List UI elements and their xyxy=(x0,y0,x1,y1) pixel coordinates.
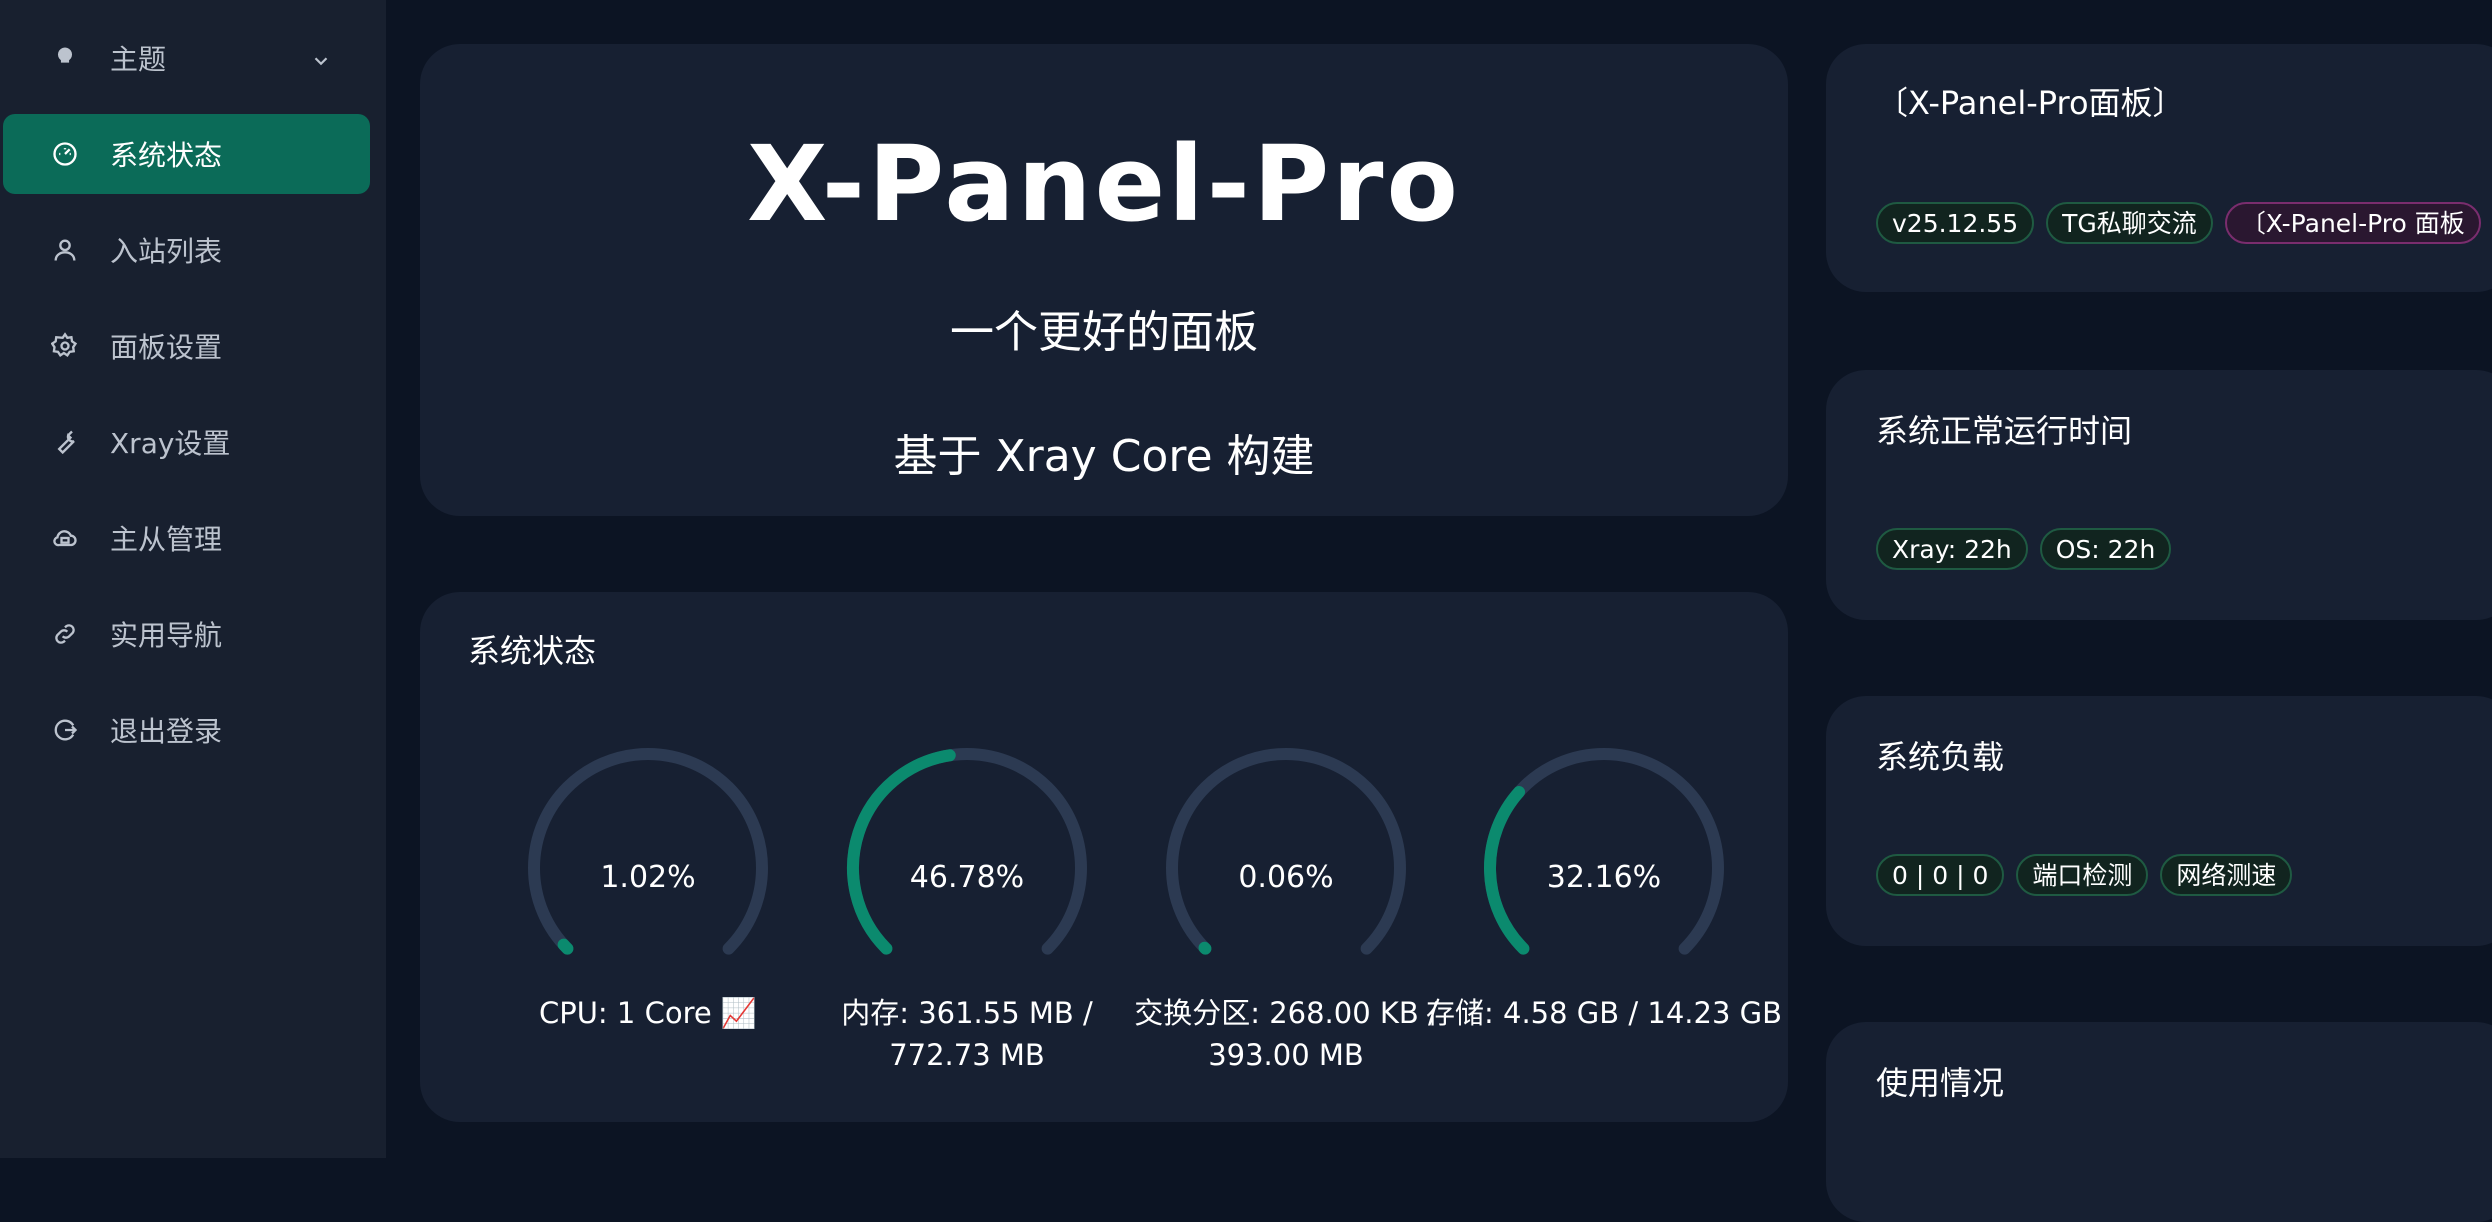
panel-info-tags: v25.12.55 TG私聊交流 〔X-Panel-Pro 面板 xyxy=(1876,202,2492,244)
uptime-title: 系统正常运行时间 xyxy=(1876,412,2133,450)
gauge-fill xyxy=(847,749,956,955)
chevron-down-icon[interactable] xyxy=(310,46,332,68)
link-icon xyxy=(50,619,80,649)
sidebar-item-panel-settings[interactable]: 面板设置 xyxy=(3,306,370,386)
hero-subtitle: 一个更好的面板 xyxy=(950,307,1258,358)
sidebar-item-label: 面板设置 xyxy=(110,331,223,364)
hero-card: X-Panel-Pro 一个更好的面板 基于 Xray Core 构建 xyxy=(420,44,1788,516)
memory-gauge-label: 内存: 361.55 MB / 772.73 MB xyxy=(841,996,1093,1072)
load-card: 系统负载 0 | 0 | 0 端口检测 网络测速 xyxy=(1826,696,2492,946)
gauge-fill xyxy=(1198,941,1212,955)
sidebar: 主题 系统状态 入站列表 面板设置 Xray设置 主从管理 实用导航 退出登录 xyxy=(0,0,386,1158)
usage-card: 使用情况 xyxy=(1826,1022,2492,1222)
hero-title: X-Panel-Pro xyxy=(747,123,1461,245)
load-title: 系统负载 xyxy=(1876,738,2005,776)
sidebar-item-label: 主题 xyxy=(110,43,167,76)
gauge-fill xyxy=(557,938,574,955)
cpu-gauge-label: CPU: 1 Core 📈 xyxy=(538,996,758,1030)
sidebar-item-label: 主从管理 xyxy=(110,523,223,556)
wrench-icon xyxy=(50,427,80,457)
os-uptime-tag: OS: 22h xyxy=(2039,528,2172,570)
hero-tagline: 基于 Xray Core 构建 xyxy=(893,431,1315,482)
sidebar-item-system-status[interactable]: 系统状态 xyxy=(3,114,370,194)
load-average-tag: 0 | 0 | 0 xyxy=(1876,854,2005,896)
sidebar-item-label: 系统状态 xyxy=(110,139,223,172)
bulb-icon xyxy=(50,43,80,73)
uptime-tags: Xray: 22h OS: 22h xyxy=(1876,528,2492,570)
sidebar-item-navigation[interactable]: 实用导航 xyxy=(3,594,370,674)
sidebar-item-label: 实用导航 xyxy=(110,619,223,652)
sidebar-item-label: 退出登录 xyxy=(110,715,223,748)
logout-icon xyxy=(50,715,80,745)
gauge-track xyxy=(1166,748,1406,955)
usage-title: 使用情况 xyxy=(1876,1064,2005,1102)
sidebar-item-logout[interactable]: 退出登录 xyxy=(3,690,370,770)
storage-gauge-label: 存储: 4.58 GB / 14.23 GB xyxy=(1426,996,1782,1030)
speed-test-tag[interactable]: 网络测速 xyxy=(2160,854,2293,896)
sidebar-item-label: 入站列表 xyxy=(110,235,223,268)
sidebar-item-inbounds[interactable]: 入站列表 xyxy=(3,210,370,290)
storage-gauge-value: 32.16% xyxy=(1546,860,1662,895)
panel-info-card: 〔X-Panel-Pro面板〕 v25.12.55 TG私聊交流 〔X-Panel-… xyxy=(1826,44,2492,292)
sidebar-item-xray-settings[interactable]: Xray设置 xyxy=(3,402,370,482)
load-tags: 0 | 0 | 0 端口检测 网络测速 xyxy=(1876,854,2492,896)
tg-contact-tag[interactable]: TG私聊交流 xyxy=(2046,202,2213,244)
gauge-track xyxy=(1484,748,1724,955)
user-icon xyxy=(50,235,80,265)
sidebar-item-theme[interactable]: 主题 xyxy=(3,18,370,98)
uptime-card: 系统正常运行时间 Xray: 22h OS: 22h xyxy=(1826,370,2492,620)
xray-uptime-tag: Xray: 22h xyxy=(1876,528,2028,570)
panel-info-title: 〔X-Panel-Pro面板〕 xyxy=(1876,84,2185,122)
swap-gauge-value: 0.06% xyxy=(1238,860,1334,895)
dashboard-icon xyxy=(50,139,80,169)
swap-gauge-label: 交换分区: 268.00 KB / 393.00 MB xyxy=(1134,996,1438,1072)
version-tag[interactable]: v25.12.55 xyxy=(1876,202,2035,244)
cloud-icon xyxy=(50,523,80,553)
cpu-gauge-value: 1.02% xyxy=(600,860,696,895)
panel-link-tag[interactable]: 〔X-Panel-Pro 面板 xyxy=(2224,202,2481,244)
system-status-title: 系统状态 xyxy=(468,632,597,670)
gauge-track xyxy=(528,748,768,955)
memory-gauge-value: 46.78% xyxy=(909,860,1025,895)
sidebar-item-master-slave[interactable]: 主从管理 xyxy=(3,498,370,578)
system-status-card: 系统状态 1.02% CPU: 1 Core 📈 46.78% 内存: 361.… xyxy=(420,592,1788,1122)
sidebar-item-label: Xray设置 xyxy=(110,427,231,460)
port-check-tag[interactable]: 端口检测 xyxy=(2016,854,2149,896)
gear-icon xyxy=(50,331,80,361)
